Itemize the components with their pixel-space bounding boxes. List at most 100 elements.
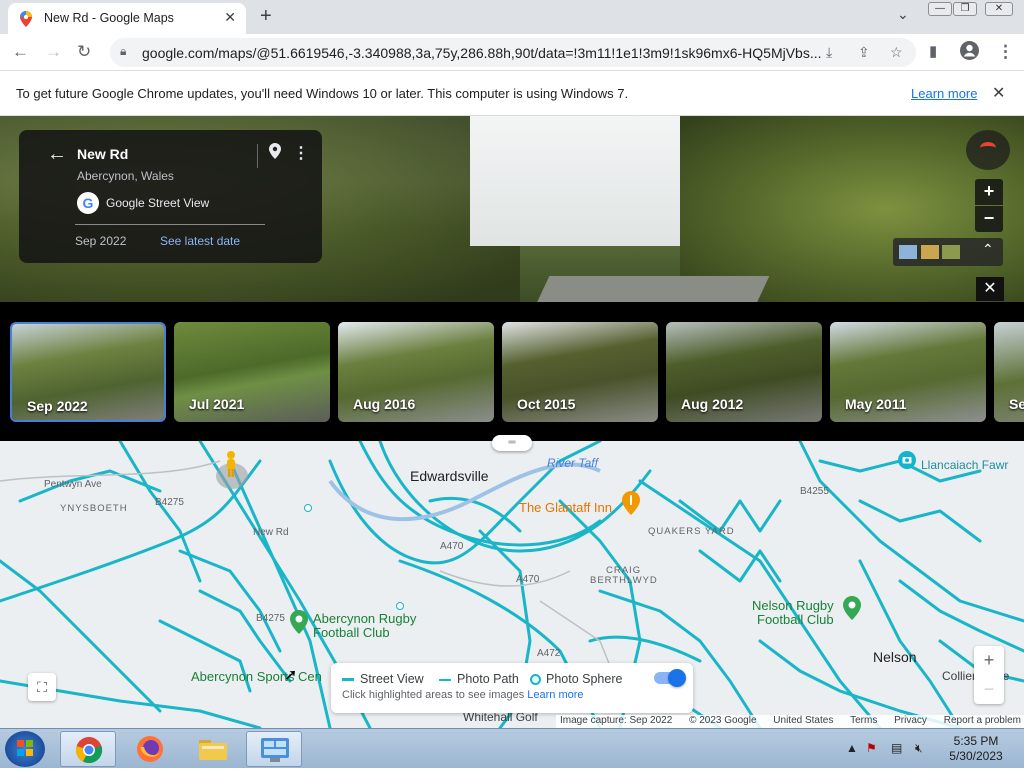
close-tab-icon[interactable]: ✕ xyxy=(224,9,236,26)
copyright-text: © 2023 Google xyxy=(689,715,757,726)
source-label: Google Street View xyxy=(106,196,210,210)
poi-label[interactable]: Football Club xyxy=(757,612,834,627)
url-text[interactable]: google.com/maps/@51.6619546,-3.340988,3a… xyxy=(142,45,822,61)
poi-label[interactable]: Llancaiach Fawr xyxy=(921,458,1008,472)
mouse-cursor-icon: ➚ xyxy=(284,667,298,684)
profile-avatar-icon[interactable] xyxy=(960,41,979,65)
lock-icon[interactable]: 🔒︎ xyxy=(120,44,126,59)
terms-link[interactable]: Terms xyxy=(850,715,877,726)
photo-sphere-dot[interactable] xyxy=(396,602,404,610)
share-icon[interactable]: ⇪ xyxy=(858,44,870,61)
address-bar[interactable]: 🔒︎ google.com/maps/@51.6619546,-3.340988… xyxy=(110,38,916,67)
map-label[interactable]: Nelson xyxy=(873,649,917,665)
system-clock[interactable]: 5:35 PM 5/30/2023 xyxy=(940,734,1012,764)
timeline-strip: Sep 2022 Jul 2021 Aug 2016 Oct 2015 Aug … xyxy=(0,302,1024,441)
poi-label[interactable]: Abercynon Rugby xyxy=(313,611,416,626)
map-zoom-control: + − xyxy=(974,646,1004,704)
tab-strip: New Rd - Google Maps ✕ + ⌄ — ❐ ✕ xyxy=(0,0,1024,34)
back-icon[interactable]: ← xyxy=(12,42,29,62)
close-window-button[interactable]: ✕ xyxy=(985,2,1013,16)
folder-icon xyxy=(198,737,228,764)
side-panel-icon[interactable]: ▮ xyxy=(929,42,937,60)
thumb-date-label: Aug 2016 xyxy=(353,396,416,412)
expand-up-icon[interactable]: ⌃ xyxy=(982,241,994,258)
map-label: Pentwyn Ave xyxy=(44,479,102,490)
timeline-thumb[interactable]: Se xyxy=(994,322,1024,422)
layer-swatch-sky[interactable] xyxy=(899,245,917,259)
compass-icon[interactable] xyxy=(966,130,1010,170)
image-type-selector[interactable]: ⌃ xyxy=(893,238,1003,266)
expand-map-icon[interactable]: ⛶ xyxy=(28,673,56,701)
image-capture-text: Image capture: Sep 2022 xyxy=(560,715,673,726)
street-view-toggle[interactable] xyxy=(654,669,686,687)
more-options-icon[interactable]: ⋮ xyxy=(293,143,309,163)
volume-muted-icon[interactable]: 🔇︎ xyxy=(915,741,923,756)
action-center-icon[interactable]: ⚑ xyxy=(866,741,877,755)
pano-zoom-out-button[interactable]: − xyxy=(975,206,1003,232)
report-problem-link[interactable]: Report a problem xyxy=(944,715,1021,726)
card-divider xyxy=(257,144,258,168)
chrome-taskbar-button[interactable] xyxy=(60,731,116,767)
poi-label[interactable]: The Glantaff Inn xyxy=(519,500,612,515)
panel-resize-handle[interactable]: ═ xyxy=(492,435,532,451)
forward-icon[interactable]: → xyxy=(45,42,62,62)
poi-label[interactable]: Nelson Rugby xyxy=(752,598,834,613)
region-link[interactable]: United States xyxy=(773,715,833,726)
road-label: A470 xyxy=(440,541,464,552)
pano-zoom-in-button[interactable]: + xyxy=(975,179,1003,205)
google-maps-icon xyxy=(20,11,32,30)
photo-sphere-dot[interactable] xyxy=(304,504,312,512)
restore-button[interactable]: ❐ xyxy=(953,2,977,16)
bookmark-star-icon[interactable]: ☆ xyxy=(890,44,903,61)
chevron-down-icon[interactable]: ⌄ xyxy=(897,6,909,23)
timeline-thumb[interactable]: Sep 2022 xyxy=(10,322,166,422)
map-label: River Taff xyxy=(547,456,598,470)
infobar-message: To get future Google Chrome updates, you… xyxy=(16,86,629,101)
back-arrow-icon[interactable]: ← xyxy=(47,143,67,166)
street-view-line-icon xyxy=(342,678,354,682)
new-tab-button[interactable]: + xyxy=(260,5,272,28)
explorer-taskbar-button[interactable] xyxy=(184,731,240,767)
road-label: B4275 xyxy=(256,613,285,624)
install-icon[interactable]: ⤓ xyxy=(826,44,832,61)
timeline-thumb[interactable]: Oct 2015 xyxy=(502,322,658,422)
map-pin-icon[interactable] xyxy=(269,143,281,164)
control-panel-taskbar-button[interactable] xyxy=(246,731,302,767)
road-label: A472 xyxy=(537,648,561,659)
map-label: QUAKERS YARD xyxy=(648,526,735,537)
infobar-learn-more-link[interactable]: Learn more xyxy=(911,86,977,101)
timeline-thumb[interactable]: May 2011 xyxy=(830,322,986,422)
street-view-legend: Street View Photo Path Photo Sphere Clic… xyxy=(331,663,693,713)
menu-kebab-icon[interactable]: ⋮ xyxy=(997,42,1014,62)
see-latest-date-link[interactable]: See latest date xyxy=(160,234,240,248)
map-zoom-out-button[interactable]: − xyxy=(974,675,1004,704)
timeline-thumb[interactable]: Aug 2012 xyxy=(666,322,822,422)
browser-tab[interactable]: New Rd - Google Maps ✕ xyxy=(8,3,246,34)
infobar-close-icon[interactable]: ✕ xyxy=(992,83,1005,103)
poi-label[interactable]: Football Club xyxy=(313,625,390,640)
map-zoom-in-button[interactable]: + xyxy=(974,646,1004,675)
location-name: New Rd xyxy=(77,146,129,162)
legend-hint: Click highlighted areas to see images Le… xyxy=(342,689,584,701)
location-place: Abercynon, Wales xyxy=(77,169,174,183)
minimize-button[interactable]: — xyxy=(928,2,952,16)
firefox-taskbar-button[interactable] xyxy=(122,731,178,767)
legend-learn-more-link[interactable]: Learn more xyxy=(527,689,583,701)
close-timeline-button[interactable]: ✕ xyxy=(976,277,1004,301)
thumb-date-label: Aug 2012 xyxy=(681,396,744,412)
map-label: YNYSBOETH xyxy=(60,503,128,514)
network-icon[interactable]: ▤ xyxy=(891,741,902,755)
layer-swatch-trees[interactable] xyxy=(942,245,960,259)
map-label[interactable]: Edwardsville xyxy=(410,468,489,484)
start-button[interactable] xyxy=(5,731,45,767)
poi-label[interactable]: Abercynon Sports Cen xyxy=(191,669,322,684)
show-hidden-icons[interactable]: ▲ xyxy=(846,741,858,755)
thumb-date-label: Se xyxy=(1009,396,1024,412)
layer-swatch-field[interactable] xyxy=(921,245,939,259)
firefox-icon xyxy=(136,735,164,766)
toolbar: ← → ↻ 🔒︎ google.com/maps/@51.6619546,-3.… xyxy=(0,34,1024,71)
reload-icon[interactable]: ↻ xyxy=(77,42,91,62)
privacy-link[interactable]: Privacy xyxy=(894,715,927,726)
timeline-thumb[interactable]: Aug 2016 xyxy=(338,322,494,422)
timeline-thumb[interactable]: Jul 2021 xyxy=(174,322,330,422)
